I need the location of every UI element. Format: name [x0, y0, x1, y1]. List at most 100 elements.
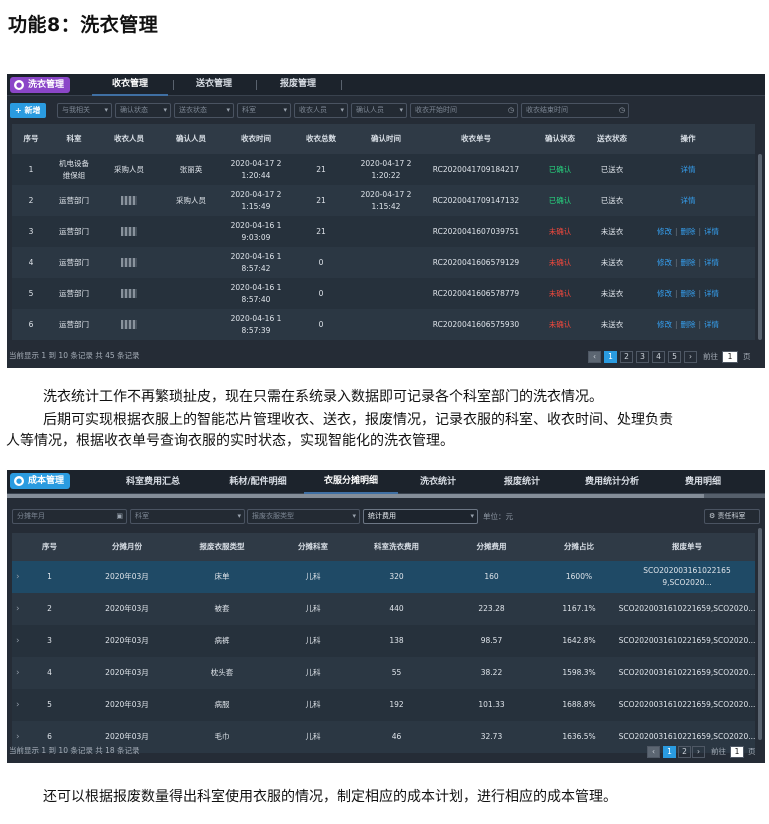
tab-send[interactable]: 送衣管理 [177, 74, 251, 96]
page-button[interactable]: 1 [604, 351, 617, 363]
filter-scrap-type[interactable]: 报废衣服类型 ▾ [247, 509, 360, 524]
table-row[interactable]: › 4 2020年03月 枕头套 儿科 55 38.22 1598.3% SCO20200316… [12, 657, 755, 689]
filter-stat-fee[interactable]: 统计费用 ▾ [363, 509, 478, 524]
table-row[interactable]: 6 运营部门 2020-04-16 1 8:57:39 0 RC2020041606575… [12, 309, 755, 340]
op-link[interactable]: 详情 [704, 257, 719, 269]
cell-order: SCO202003161022165​9,SCO2020... [643, 566, 731, 587]
cell-no: 2 [28, 195, 34, 205]
add-button[interactable]: + 新增 [10, 103, 46, 118]
page-button[interactable]: 4 [652, 351, 665, 363]
table-row[interactable]: 4 运营部门 2020-04-16 1 8:57:42 0 RC2020041606579… [12, 247, 755, 278]
cell-order: SCO2020031610221659,SCO2020... [618, 668, 756, 677]
module-badge[interactable]: ● 成本管理 [10, 473, 71, 489]
prev-page-button[interactable]: ‹ [588, 351, 601, 363]
table-row[interactable]: › 5 2020年03月 病服 儿科 192 101.33 1688.8% SCO2020031… [12, 689, 755, 721]
cell-no: 1 [28, 164, 34, 174]
next-page-button[interactable]: › [684, 351, 697, 363]
op-link[interactable]: 详情 [681, 195, 696, 207]
table-row[interactable]: 1 机电设备 维保组 采购人员 张丽英 2020-04-17 2 1:20:44 21 2020… [12, 154, 755, 185]
cell-dept: 运营部门 [59, 319, 89, 329]
cell-total: 0 [318, 257, 324, 267]
table-row[interactable]: › 3 2020年03月 病裤 儿科 138 98.57 1642.8% SCO20200316… [12, 625, 755, 657]
unit-label: 单位：元 [483, 512, 513, 521]
op-link[interactable]: 详情 [704, 226, 719, 238]
module-badge-label: 成本管理 [28, 476, 65, 486]
record-count: 当前显示 1 到 10 条记录 共 45 条记录 [9, 351, 140, 360]
module-badge-label: 洗衣管理 [28, 80, 65, 90]
table-row[interactable]: 5 运营部门 2020-04-16 1 8:57:40 0 RC2020041606578… [12, 278, 755, 309]
share-table: 序号 分摊月份 报废衣服类型 分摊科室 科室洗衣费用 分摊费用 分摊占比 报废单号 › 1 202… [12, 533, 755, 753]
horizontal-scrollbar[interactable] [7, 494, 765, 498]
tab-scrap[interactable]: 报废管理 [260, 74, 336, 96]
op-link[interactable]: 删除 [681, 288, 696, 300]
cell-cstat: 已确认 [548, 195, 572, 205]
cell-share: 101.33 [478, 700, 505, 709]
table-row[interactable]: 2 运营部门 采购人员 2020-04-17 2 1:15:49 21 2020-04-17… [12, 185, 755, 216]
cell-dept: 运营部门 [59, 257, 89, 267]
filter-end-time[interactable]: 收衣结束时间 ◷ [521, 103, 629, 118]
next-page-button[interactable]: › [692, 746, 705, 758]
op-link[interactable]: 修改 [657, 257, 672, 269]
tab-cost-analysis[interactable]: 费用统计分析 [566, 470, 658, 494]
module-badge[interactable]: ● 洗衣管理 [10, 77, 71, 93]
filter-related[interactable]: 与我相关 ▾ [57, 103, 112, 118]
filter-share-month[interactable]: 分摊年月 ▣ [12, 509, 127, 524]
cell-dept: 机电设备 维保组 [59, 158, 89, 180]
cell-confirm [160, 278, 222, 309]
op-link[interactable]: 删除 [681, 226, 696, 238]
column-header: 报废单号 [672, 542, 702, 551]
filter-send-status[interactable]: 送衣状态 ▾ [174, 103, 234, 118]
table-row[interactable]: › 2 2020年03月 被套 儿科 440 223.28 1167.1% SCO2020031… [12, 593, 755, 625]
filter-confirm-status[interactable]: 确认状态 ▾ [115, 103, 171, 118]
table-row[interactable]: › 1 2020年03月 床单 儿科 320 160 1600% SCO202003161022… [12, 561, 755, 593]
redacted-name [121, 289, 137, 298]
cell-recv: 采购人员 [114, 164, 144, 174]
filter-confirmer[interactable]: 确认人员 ▾ [351, 103, 407, 118]
tab-material-detail[interactable]: 耗材/配件明细 [212, 470, 304, 494]
op-link[interactable]: 详情 [681, 164, 696, 176]
prev-page-button[interactable]: ‹ [647, 746, 660, 758]
tab-laundry-stats[interactable]: 洗衣统计 [398, 470, 478, 494]
responsible-dept-button[interactable]: ⚙ 责任科室 [704, 509, 760, 524]
tab-scrap-stats[interactable]: 报废统计 [478, 470, 566, 494]
page-button[interactable]: 2 [678, 746, 691, 758]
cell-fee: 440 [389, 604, 404, 613]
tab-dept-cost[interactable]: 科室费用汇总 [94, 470, 212, 494]
op-link[interactable]: 详情 [704, 288, 719, 300]
op-link[interactable]: 删除 [681, 257, 696, 269]
cell-month: 2020年03月 [105, 700, 149, 709]
op-link[interactable]: 删除 [681, 319, 696, 331]
goto-page-input[interactable]: 1 [730, 746, 744, 758]
page-button[interactable]: 2 [620, 351, 633, 363]
filter-dept[interactable]: 科室 ▾ [237, 103, 291, 118]
scrollbar[interactable] [758, 528, 762, 740]
cell-no: 3 [28, 226, 34, 236]
cell-time: 2020-04-17 2 1:15:49 [230, 189, 282, 211]
scrollbar[interactable] [758, 154, 762, 340]
tab-cloth-share[interactable]: 衣服分摊明细 [304, 470, 398, 494]
cell-ctime [352, 247, 420, 278]
page-button[interactable]: 3 [636, 351, 649, 363]
cell-ratio: 1642.8% [562, 636, 596, 645]
table-row[interactable]: 3 运营部门 2020-04-16 1 9:03:09 21 RC202004160703… [12, 216, 755, 247]
cell-sstat: 已送衣 [600, 195, 624, 205]
cell-dept: 儿科 [305, 668, 321, 677]
cell-ops: 详情 [636, 154, 740, 185]
cell-cstat: 未确认 [548, 319, 572, 329]
tab-cost-detail[interactable]: 费用明细 [658, 470, 748, 494]
goto-page-input[interactable]: 1 [722, 351, 738, 363]
cell-ctime [352, 216, 420, 247]
paragraph-3: 还可以根据报废数量得出科室使用衣服的情况，制定相应的成本计划，进行相应的成本管理… [43, 789, 617, 805]
filter-dept[interactable]: 科室 ▾ [130, 509, 245, 524]
filter-start-time[interactable]: 收衣开始时间 ◷ [410, 103, 518, 118]
op-link[interactable]: 修改 [657, 288, 672, 300]
tab-receive[interactable]: 收衣管理 [92, 74, 168, 96]
op-link[interactable]: 详情 [704, 319, 719, 331]
clock-icon: ◷ [507, 106, 514, 114]
filter-receiver[interactable]: 收衣人员 ▾ [294, 103, 348, 118]
page-button[interactable]: 5 [668, 351, 681, 363]
page-button[interactable]: 1 [663, 746, 676, 758]
cell-dept: 儿科 [305, 636, 321, 645]
op-link[interactable]: 修改 [657, 319, 672, 331]
op-link[interactable]: 修改 [657, 226, 672, 238]
